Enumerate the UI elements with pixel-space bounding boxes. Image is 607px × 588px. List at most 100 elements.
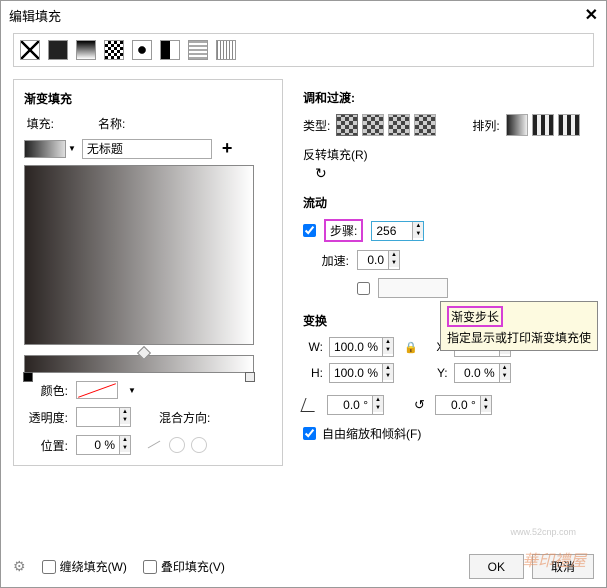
reverse-label: 反转填充(R) — [303, 148, 368, 162]
arrange-mirror-icon[interactable] — [558, 114, 580, 136]
opacity-spinner[interactable]: ▲▼ — [76, 407, 131, 427]
position-spinner[interactable]: ▲▼ — [76, 435, 131, 455]
texture-fill-icon[interactable] — [188, 40, 208, 60]
tooltip-title: 渐变步长 — [447, 306, 503, 327]
tooltip: 渐变步长 指定显示或打印渐变填充使 — [440, 301, 598, 351]
name-label: 名称: — [98, 115, 125, 132]
main-content: 渐变填充 填充: 名称: ▼ + 颜色: — [1, 71, 606, 474]
wrap-label: 缠绕填充(W) — [60, 558, 127, 575]
arrange-repeat-icon[interactable] — [532, 114, 554, 136]
position-input[interactable] — [77, 436, 119, 454]
ok-button[interactable]: OK — [469, 554, 524, 579]
freescale-checkbox[interactable] — [303, 427, 316, 440]
blend-ccw-icon[interactable] — [191, 437, 207, 453]
cancel-button[interactable]: 取消 — [532, 554, 594, 579]
y-spinner[interactable]: ▲▼ — [454, 363, 511, 383]
tooltip-body: 指定显示或打印渐变填充使 — [447, 331, 591, 345]
gradient-preview[interactable] — [24, 165, 254, 345]
skew-spinner[interactable]: ▲▼ — [327, 395, 384, 415]
h-input[interactable] — [330, 364, 382, 382]
blend-direction-buttons — [147, 437, 207, 453]
steps-spinner[interactable]: ▲▼ — [371, 221, 424, 241]
pattern2-fill-icon[interactable] — [132, 40, 152, 60]
steps-checkbox[interactable] — [303, 224, 316, 237]
flow-heading: 流动 — [303, 194, 584, 211]
gear-icon[interactable]: ⚙ — [13, 558, 26, 575]
h-label: H: — [303, 366, 323, 380]
type-radial-icon[interactable] — [362, 114, 384, 136]
gradient-fill-icon[interactable] — [76, 40, 96, 60]
accel-spinner[interactable]: ▲▼ — [357, 250, 400, 270]
gradient-slider[interactable] — [24, 355, 254, 373]
postscript-fill-icon[interactable] — [216, 40, 236, 60]
steps-input[interactable] — [372, 222, 412, 240]
blend-cw-icon[interactable] — [169, 437, 185, 453]
color-stop-end[interactable] — [245, 372, 255, 382]
h-spinner[interactable]: ▲▼ — [329, 363, 394, 383]
spin-up-icon[interactable]: ▲ — [413, 222, 423, 230]
spin-down-icon[interactable]: ▼ — [120, 444, 130, 452]
spin-up-icon[interactable]: ▲ — [389, 251, 399, 259]
y-input[interactable] — [455, 364, 499, 382]
skew-icon — [300, 398, 319, 412]
accel-label: 加速: — [303, 252, 349, 269]
fill-swatch-dropdown[interactable]: ▼ — [24, 140, 76, 158]
fill-swatch — [24, 140, 66, 158]
w-input[interactable] — [330, 338, 382, 356]
overprint-label: 叠印填充(V) — [161, 558, 225, 575]
twocolor-fill-icon[interactable] — [160, 40, 180, 60]
no-fill-icon[interactable] — [20, 40, 40, 60]
smooth-checkbox[interactable] — [357, 282, 370, 295]
dialog-title: 编辑填充 — [9, 6, 61, 25]
blend-linear-icon[interactable] — [147, 437, 163, 453]
wrap-fill-option[interactable]: 缠绕填充(W) — [42, 558, 127, 575]
position-label: 位置: — [24, 437, 68, 454]
settings-panel: 调和过渡: 类型: 排列: 反转填充(R) ↻ — [293, 79, 594, 466]
fill-type-toolbar — [13, 33, 594, 67]
skew-input[interactable] — [328, 396, 372, 414]
type-swatches — [336, 114, 436, 136]
spin-down-icon[interactable]: ▼ — [389, 259, 399, 267]
rotate-icon: ↺ — [414, 397, 425, 413]
freescale-label: 自由缩放和倾斜(F) — [322, 425, 421, 442]
type-conical-icon[interactable] — [388, 114, 410, 136]
close-icon[interactable]: ✕ — [585, 5, 598, 25]
pattern-fill-icon[interactable] — [104, 40, 124, 60]
blend-label: 混合方向: — [159, 409, 210, 426]
name-input[interactable] — [82, 139, 212, 159]
arrange-default-icon[interactable] — [506, 114, 528, 136]
gradient-heading: 渐变填充 — [24, 90, 272, 107]
color-label: 颜色: — [24, 382, 68, 399]
arrange-swatches — [506, 114, 580, 136]
solid-fill-icon[interactable] — [48, 40, 68, 60]
type-square-icon[interactable] — [414, 114, 436, 136]
color-picker[interactable] — [76, 381, 118, 399]
chevron-down-icon[interactable]: ▼ — [128, 386, 136, 395]
rotate-input[interactable] — [436, 396, 480, 414]
rotate-spinner[interactable]: ▲▼ — [435, 395, 492, 415]
spin-up-icon[interactable]: ▲ — [120, 436, 130, 444]
opacity-label: 透明度: — [24, 409, 68, 426]
midpoint-handle[interactable] — [137, 346, 151, 360]
wrap-checkbox[interactable] — [42, 560, 56, 574]
w-spinner[interactable]: ▲▼ — [329, 337, 394, 357]
lock-icon[interactable]: 🔒 — [404, 341, 418, 354]
spin-down-icon[interactable]: ▼ — [120, 416, 130, 424]
opacity-input[interactable] — [77, 408, 119, 426]
spin-up-icon[interactable]: ▲ — [120, 408, 130, 416]
chevron-down-icon: ▼ — [68, 144, 76, 153]
overprint-checkbox[interactable] — [143, 560, 157, 574]
accel-input[interactable] — [358, 251, 388, 269]
overprint-option[interactable]: 叠印填充(V) — [143, 558, 225, 575]
add-preset-icon[interactable]: + — [222, 138, 233, 159]
watermark-url: www.52cnp.com — [510, 527, 576, 537]
smooth-placeholder — [378, 278, 448, 298]
footer: ⚙ 缠绕填充(W) 叠印填充(V) OK 取消 — [13, 554, 594, 579]
reverse-icon[interactable]: ↻ — [315, 165, 327, 182]
w-label: W: — [303, 340, 323, 354]
steps-label: 步骤: — [324, 219, 363, 242]
spin-down-icon[interactable]: ▼ — [413, 230, 423, 238]
type-linear-icon[interactable] — [336, 114, 358, 136]
color-stop-start[interactable] — [23, 372, 33, 382]
titlebar: 编辑填充 ✕ — [1, 1, 606, 29]
